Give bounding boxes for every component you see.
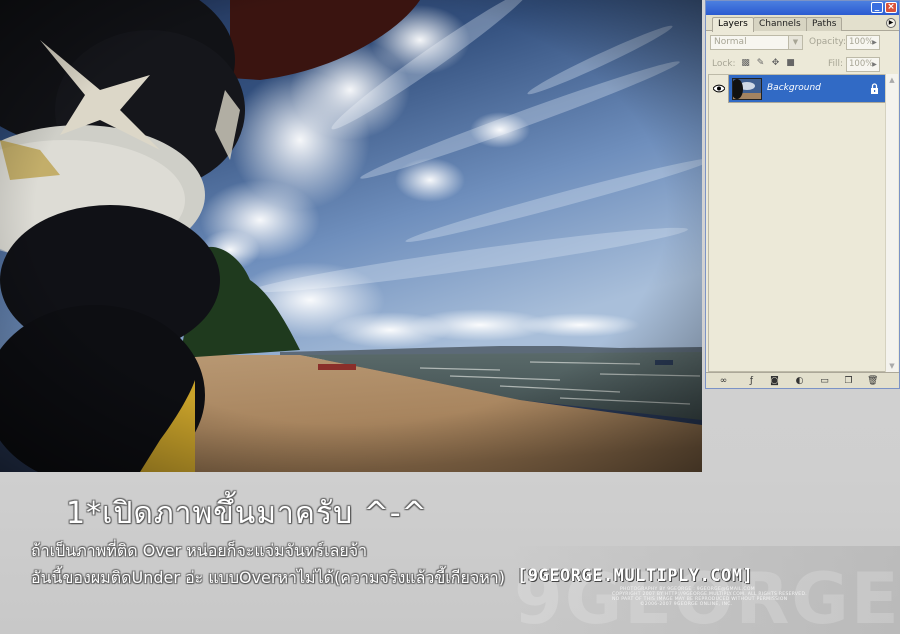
scroll-up-icon[interactable]: ▲: [886, 74, 898, 86]
link-layers-icon[interactable]: ∞: [718, 376, 729, 386]
add-mask-icon[interactable]: ◙: [769, 376, 780, 386]
caption-line-2: อันนี้ของผมติดUnder อ่ะ แบบOverหาไม่ได้(…: [31, 568, 505, 587]
layers-scrollbar[interactable]: ▲ ▼: [885, 74, 898, 372]
scroll-down-icon[interactable]: ▼: [886, 360, 898, 372]
lock-move-icon[interactable]: ✥: [770, 58, 781, 69]
lock-transparency-icon[interactable]: ▩: [740, 58, 751, 69]
blend-mode-value: Normal: [714, 37, 747, 47]
lock-label: Lock:: [712, 59, 736, 69]
tab-channels[interactable]: Channels: [753, 17, 807, 31]
blend-row: Normal ▼ Opacity: 100% ▶: [706, 31, 899, 53]
caption-title: 1*เปิดภาพขึ้นมาครับ ^-^: [66, 496, 428, 531]
layer-thumbnail: [732, 78, 762, 100]
chevron-down-icon: ▼: [788, 36, 802, 49]
new-group-icon[interactable]: ▭: [819, 376, 830, 386]
panel-bottom-toolbar: ∞ ƒ ◙ ◐ ▭ ❐ 🗑: [706, 372, 899, 388]
trash-icon[interactable]: 🗑: [867, 376, 878, 386]
layers-panel: _ × Layers Channels Paths ▶ Normal ▼ Opa…: [705, 0, 900, 389]
watermark-line-4: ©2006-2007 9GEORGE ONLINE, INC.: [640, 602, 733, 607]
lock-all-icon[interactable]: ■: [785, 58, 796, 69]
panel-menu-button[interactable]: ▶: [886, 18, 896, 28]
caption-line-1: ถ้าเป็นภาพที่ติด Over หน่อยก็จะแจ่มจันทร…: [31, 541, 368, 560]
panel-titlebar[interactable]: _ ×: [706, 1, 899, 15]
opacity-field[interactable]: 100% ▶: [846, 35, 880, 50]
lock-icon: [871, 83, 878, 94]
blend-mode-select[interactable]: Normal ▼: [710, 35, 803, 50]
layer-row[interactable]: Background: [709, 75, 888, 103]
fill-field[interactable]: 100% ▶: [846, 57, 880, 72]
lock-row: Lock: ▩ ✎ ✥ ■ Fill: 100% ▶: [706, 53, 899, 75]
lock-brush-icon[interactable]: ✎: [755, 58, 766, 69]
layer-style-icon[interactable]: ƒ: [746, 376, 757, 386]
minimize-button[interactable]: _: [871, 2, 883, 13]
new-layer-icon[interactable]: ❐: [843, 376, 854, 386]
tab-paths[interactable]: Paths: [806, 17, 843, 31]
layer-name: Background: [767, 83, 821, 93]
panel-tabs: Layers Channels Paths ▶: [706, 15, 899, 32]
fill-label: Fill:: [828, 59, 844, 69]
watermark-title: [9GEORGE.MULTIPLY.COM]: [517, 566, 754, 586]
adjustment-layer-icon[interactable]: ◐: [794, 376, 805, 386]
chevron-right-icon: ▶: [872, 39, 877, 46]
chevron-right-icon: ▶: [872, 61, 877, 68]
canvas-photo: [0, 0, 702, 472]
close-button[interactable]: ×: [885, 2, 897, 13]
beach-photo: [0, 0, 702, 472]
eye-icon: [713, 84, 725, 93]
tab-layers[interactable]: Layers: [712, 17, 754, 32]
opacity-label: Opacity:: [809, 37, 846, 47]
layers-list: Background: [708, 74, 889, 372]
visibility-toggle[interactable]: [709, 75, 729, 103]
